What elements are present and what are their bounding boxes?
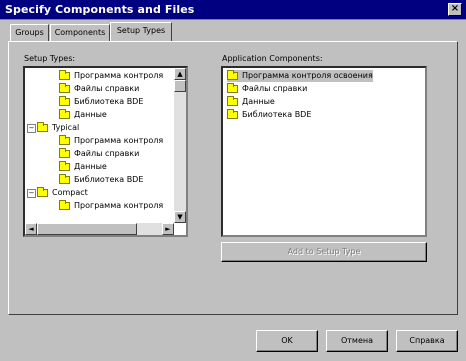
title-bar: Specify Components and Files × xyxy=(0,0,466,20)
cancel-button[interactable]: Отмена xyxy=(326,330,388,352)
tab-setup-types[interactable]: Setup Types xyxy=(110,22,172,41)
window-title: Specify Components and Files xyxy=(5,3,195,16)
ok-button[interactable]: OK xyxy=(256,330,318,352)
tab-groups[interactable]: Groups xyxy=(10,24,49,41)
close-button[interactable]: × xyxy=(448,3,462,16)
help-button[interactable]: Справка xyxy=(396,330,458,352)
tab-panel xyxy=(8,41,458,315)
tab-components[interactable]: Components xyxy=(50,24,110,41)
